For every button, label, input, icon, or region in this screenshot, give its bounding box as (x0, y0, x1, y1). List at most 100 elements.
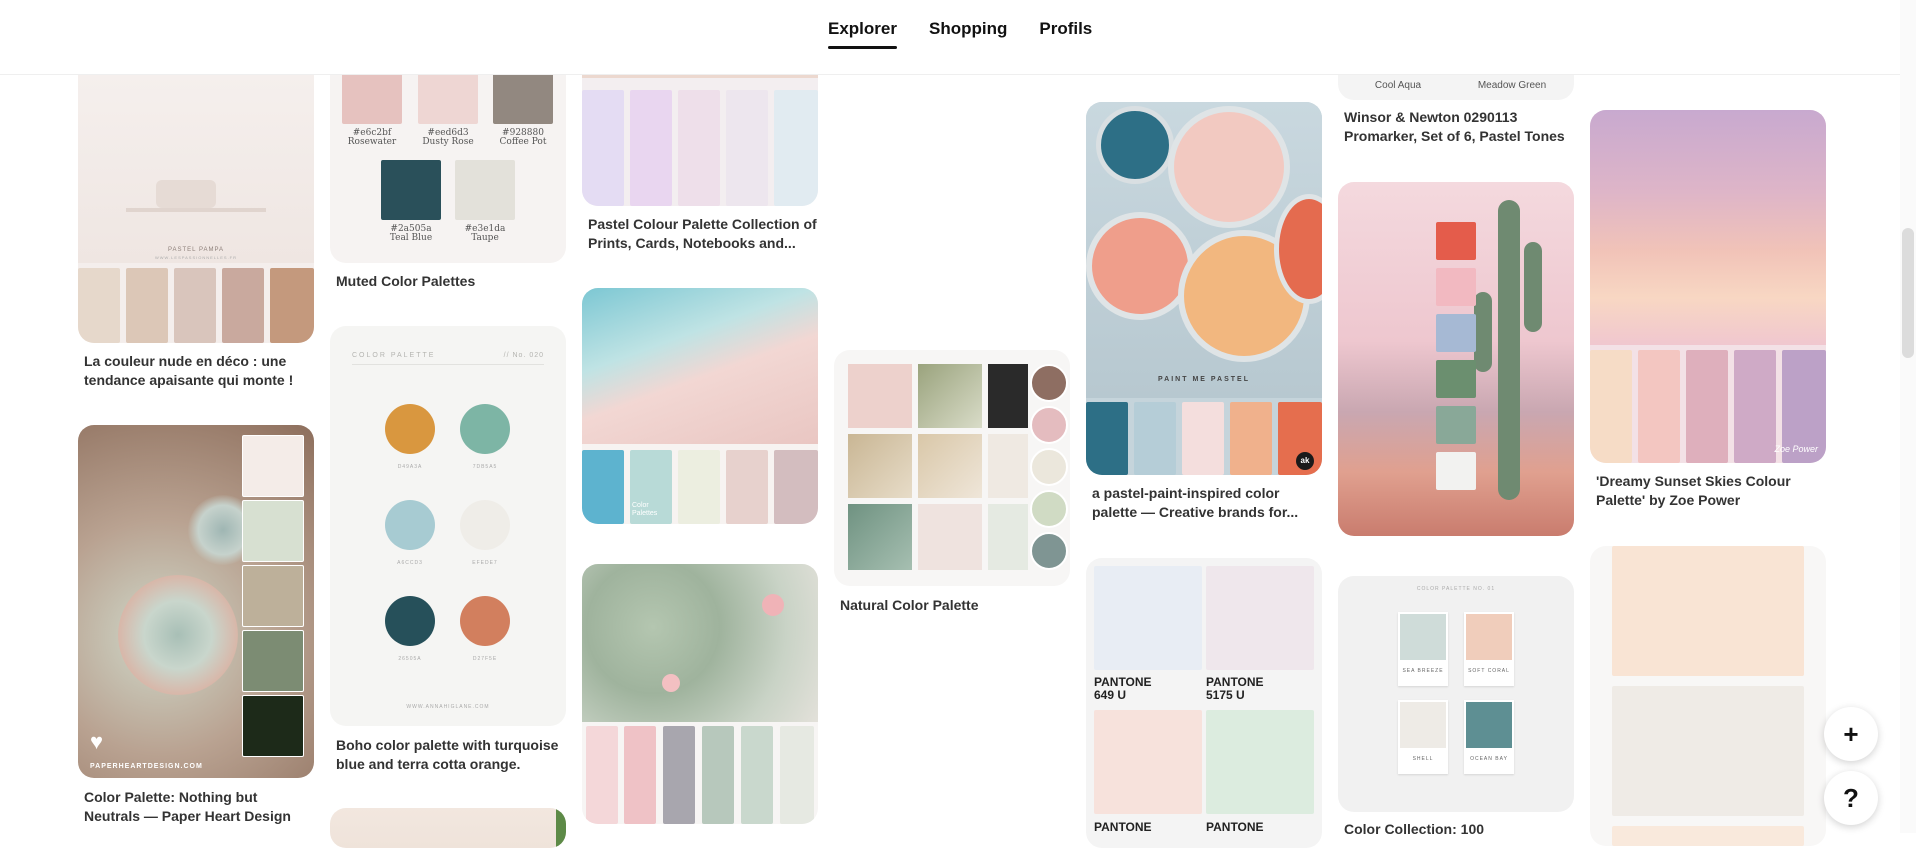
pin-caption[interactable]: Color Collection: 100 (1344, 820, 1574, 839)
pin-floral-partial[interactable] (330, 808, 566, 848)
collection-header: COLOR PALETTE NO. 01 (1416, 586, 1496, 592)
pin-desert-cactus[interactable] (582, 564, 818, 824)
swatch (780, 726, 814, 824)
paint-image: PAINT ME PASTEL (1086, 102, 1322, 398)
swatch (582, 90, 624, 206)
pin-caption[interactable]: Pastel Colour Palette Collection of Prin… (588, 215, 818, 253)
pin-caption[interactable]: Winsor & Newton 0290113 Promarker, Set o… (1344, 108, 1574, 146)
pin-color-collection[interactable]: COLOR PALETTE NO. 01 SEA BREEZE SOFT COR… (1338, 576, 1574, 812)
scrollbar-thumb[interactable] (1902, 228, 1914, 358)
pin-caption[interactable]: 'Dreamy Sunset Skies Colour Palette' by … (1596, 472, 1826, 510)
cactus-figure (1498, 200, 1520, 500)
pin-nude-deco[interactable]: PASTEL PAMPA WWW.LESPASSIONNELLES.FR (78, 40, 314, 343)
palette-footer: WWW.ANNAHIGLANE.COM (406, 704, 490, 710)
mood-tile (988, 364, 1028, 428)
color-circle (460, 500, 510, 550)
swatch (1182, 402, 1224, 475)
swatch (774, 90, 818, 206)
mood-tile (988, 504, 1028, 570)
scrollbar[interactable] (1900, 0, 1916, 833)
creator-badge[interactable]: ak (1296, 452, 1314, 470)
circle-label: 7DB5A5 (472, 464, 498, 470)
pin-boho-palette[interactable]: COLOR PALETTE // No. 020 D49A3A 7DB5A5 A… (330, 326, 566, 726)
succulent-rosette (118, 575, 238, 695)
pin-caption[interactable]: La couleur nude en déco : une tendance a… (84, 352, 314, 390)
swatch (1230, 402, 1272, 475)
swatch (630, 90, 672, 206)
card-name: SHELL (1412, 756, 1434, 762)
tab-shopping[interactable]: Shopping (929, 19, 1007, 49)
pin-succulent[interactable]: ♥ PAPERHEARTDESIGN.COM (78, 425, 314, 778)
tab-profils[interactable]: Profils (1039, 19, 1092, 49)
pin-caption[interactable]: a pastel-paint-inspired color palette — … (1092, 484, 1322, 522)
color-dot (1030, 364, 1068, 402)
swatch (1734, 350, 1776, 463)
color-dot (1030, 532, 1068, 570)
card-name: OCEAN BAY (1470, 756, 1508, 762)
cactus-arm (1524, 242, 1542, 332)
swatch (1612, 826, 1804, 846)
swatch-name: Rosewater (347, 137, 397, 147)
swatch (678, 90, 720, 206)
swatch (1612, 686, 1804, 816)
beach-image (582, 288, 818, 444)
swatch (381, 160, 441, 220)
swatch (418, 72, 478, 124)
pin-natural-palette[interactable] (834, 350, 1070, 586)
color-circle (385, 596, 435, 646)
color-card: SEA BREEZE (1398, 612, 1448, 686)
vase-image (156, 180, 216, 208)
nav-tabs: Explorer Shopping Profils (828, 19, 1092, 49)
image-title: PASTEL PAMPA (167, 247, 225, 253)
swatch (726, 450, 768, 524)
color-circle (460, 404, 510, 454)
divider (352, 364, 544, 365)
swatch (624, 726, 656, 824)
mood-tile (988, 434, 1028, 498)
pin-paint-cans[interactable]: PAINT ME PASTEL ak (1086, 102, 1322, 475)
brand-label: PAPERHEARTDESIGN.COM (90, 763, 203, 770)
swatch (493, 72, 553, 124)
credit-watermark: Zoe Power (1774, 444, 1818, 454)
swatch (663, 726, 695, 824)
pin-caption[interactable]: Color Palette: Nothing but Neutrals — Pa… (84, 788, 314, 826)
swatch (1134, 402, 1176, 475)
circle-label: D49A3A (397, 464, 423, 470)
help-button[interactable]: ? (1824, 771, 1878, 825)
top-nav: Explorer Shopping Profils (0, 0, 1900, 75)
pantone-label: PANTONE 649 U (1094, 675, 1152, 702)
pin-caption[interactable]: Natural Color Palette (840, 596, 1070, 615)
watermark: Color Palettes (632, 502, 658, 517)
swatch-name: Dusty Rose (422, 137, 474, 147)
swatch (1086, 402, 1128, 475)
pantone-chip (1094, 710, 1202, 814)
swatch (1436, 314, 1476, 352)
palette-strip (78, 268, 314, 343)
card-swatch (1400, 614, 1446, 660)
swatch (1638, 350, 1680, 463)
swatch (222, 268, 264, 343)
palette-header-right: // No. 020 (503, 352, 544, 359)
color-dot (1030, 448, 1068, 486)
marker-label: Meadow Green (1477, 80, 1547, 91)
pin-caption[interactable]: Boho color palette with turquoise blue a… (336, 736, 566, 774)
pin-pantone[interactable]: PANTONE 649 U PANTONE 5175 U PANTONE PAN… (1086, 558, 1322, 848)
pin-cactus-palette[interactable] (1338, 182, 1574, 536)
heart-logo-icon: ♥ (90, 729, 104, 754)
swatch (1686, 350, 1728, 463)
add-button[interactable]: + (1824, 707, 1878, 761)
pin-beach[interactable]: Color Palettes (582, 288, 818, 524)
color-circle (460, 596, 510, 646)
swatch (342, 72, 402, 124)
pin-caption[interactable]: Muted Color Palettes (336, 272, 566, 291)
swatch (1612, 546, 1804, 676)
swatch (726, 90, 768, 206)
pantone-chip (1094, 566, 1202, 670)
swatch (678, 450, 720, 524)
pantone-label: PANTONE 5175 U (1206, 675, 1264, 702)
swatch (242, 695, 304, 757)
pin-neutral-blocks[interactable] (1590, 546, 1826, 846)
card-swatch (1466, 702, 1512, 748)
tab-explorer[interactable]: Explorer (828, 19, 897, 49)
pin-dreamy-sunset[interactable]: Zoe Power (1590, 110, 1826, 463)
